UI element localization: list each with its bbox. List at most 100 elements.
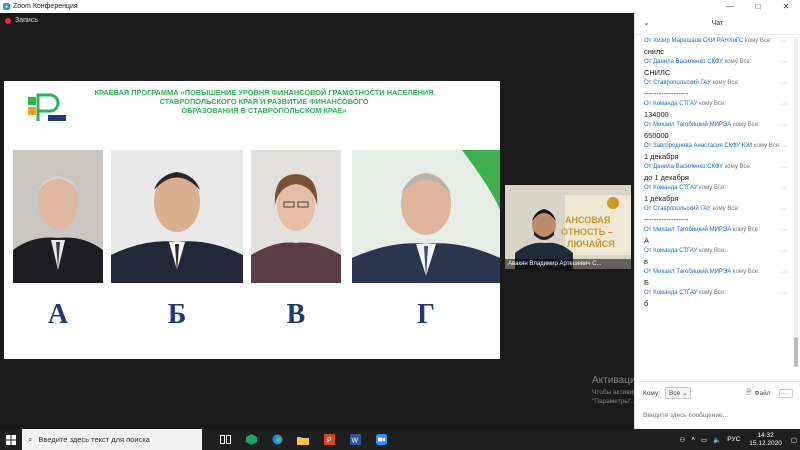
chat-message-recipient: кому Все:: [712, 80, 740, 86]
task-view-icon[interactable]: [212, 429, 238, 450]
search-icon: ⌕: [28, 434, 33, 444]
cube-app-icon[interactable]: [238, 429, 264, 450]
slide-title-line: КРАЕВАЯ ПРОГРАММА «ПОВЫШЕНИЕ УРОВНЯ ФИНА…: [94, 88, 434, 97]
zoom-app-icon[interactable]: [368, 429, 394, 450]
chat-message-text: ------------------: [644, 89, 689, 98]
answer-letter-b: Б: [167, 299, 187, 330]
people-icon[interactable]: ⚇: [679, 436, 685, 444]
chat-message-text: 650000: [644, 131, 669, 140]
start-button[interactable]: [0, 429, 22, 450]
more-options-icon[interactable]: ⋯: [781, 80, 787, 87]
chat-message-meta: От Михаил Тагобицкий МИРЭА кому Все: ⋯: [644, 269, 793, 276]
portrait-photo-d: [352, 150, 500, 283]
network-icon[interactable]: ▭: [701, 436, 707, 444]
file-button[interactable]: 🗎 Файл: [746, 388, 770, 399]
volume-icon[interactable]: 🔈: [713, 436, 721, 444]
chat-message-sender: От Данила Василенко СКФУ: [644, 164, 723, 170]
svg-text:W: W: [351, 438, 358, 445]
word-icon[interactable]: W: [342, 429, 368, 450]
chat-scrollbar[interactable]: [794, 37, 798, 367]
portrait-photo-b: [111, 150, 243, 283]
recipient-label: Кому:: [643, 389, 660, 397]
more-options-icon[interactable]: ⋯: [781, 101, 787, 108]
more-options-icon[interactable]: ⋯: [781, 143, 787, 150]
chat-message-text: б: [644, 299, 649, 308]
chat-message-recipient: кому Все:: [732, 227, 760, 233]
close-button[interactable]: ✕: [772, 0, 800, 13]
participant-video[interactable]: АНСОВАЯ ОТНОСТЬ – ЛЮЧАЙСЯ Авакян Владими…: [505, 185, 631, 269]
chat-message-input[interactable]: [643, 412, 793, 419]
chat-message-sender: От Михаил Тагобицкий МИРЭА: [644, 269, 732, 275]
answer-letter-a: А: [47, 299, 69, 330]
more-options-icon[interactable]: ⋯: [781, 290, 787, 297]
clock-time: 14:32: [757, 431, 774, 439]
chat-message: От Команда СТГАУ кому Все: ⋯ б: [644, 290, 793, 308]
chat-scrollbar-thumb[interactable]: [794, 337, 798, 367]
more-options-icon[interactable]: ⋯: [781, 59, 787, 66]
chat-message: От Данила Василенко СКФУ кому Все: ⋯ до 1 …: [644, 164, 793, 182]
chat-message-recipient: кому Все:: [732, 269, 760, 275]
taskbar-clock[interactable]: 14:32 15.12.2020: [749, 432, 782, 448]
chat-message-recipient: кому Все:: [745, 38, 772, 44]
clock-date: 15.12.2020: [749, 439, 782, 447]
chat-message: От Хизир Марешаов СКИ РАНХиГС кому Все: ⋯…: [644, 38, 793, 56]
program-logo-icon: [28, 93, 66, 121]
more-options-icon[interactable]: ⋯: [781, 38, 787, 45]
edge-browser-icon[interactable]: [264, 429, 290, 450]
more-options-icon[interactable]: ⋯: [781, 122, 787, 129]
chat-message-meta: От Данила Василенко СКФУ кому Все: ⋯: [644, 59, 793, 66]
more-options-icon[interactable]: ⋯: [781, 248, 787, 255]
chat-footer: Кому: Все ⌄ 🗎 Файл ···: [635, 381, 800, 429]
file-icon: 🗎: [746, 388, 752, 396]
chat-message-recipient: кому Все:: [724, 164, 752, 170]
chat-message-recipient: кому Все:: [712, 206, 740, 212]
windows-logo-icon: [6, 434, 16, 445]
more-options-button[interactable]: ···: [778, 388, 793, 398]
chat-message-sender: От Михаил Тагобицкий МИРЭА: [644, 227, 732, 233]
chat-message-list[interactable]: От Хизир Марешаов СКИ РАНХиГС кому Все: ⋯…: [635, 35, 793, 381]
chat-message-sender: От Михаил Тагобицкий МИРЭА: [644, 122, 732, 128]
recipient-value: Все: [669, 390, 681, 397]
portrait-photo-a: [13, 150, 103, 283]
more-options-icon[interactable]: ⋯: [781, 164, 787, 171]
chat-message-text: ------------------: [644, 215, 689, 224]
chat-message-meta: От Команда СТГАУ кому Все: ⋯: [644, 185, 793, 192]
more-options-icon[interactable]: ⋯: [781, 269, 787, 276]
chevron-down-icon[interactable]: ⌄: [643, 18, 650, 27]
meeting-area: Запись КРАЕВАЯ ПРОГРАММА «ПОВЫШЕНИЕ УРОВ…: [0, 13, 746, 429]
chat-message: От Михаил Тагобицкий МИРЭА кому Все: ⋯ 650…: [644, 122, 793, 140]
more-options-icon[interactable]: ⋯: [781, 185, 787, 192]
chat-message: От Команда СТГАУ кому Все: ⋯ 1 декабря: [644, 185, 793, 203]
chat-message-sender: От Ставропольский ГАУ: [644, 80, 711, 86]
notifications-icon[interactable]: ▢: [791, 436, 797, 444]
keyboard-language[interactable]: РУС: [727, 436, 740, 443]
recipient-select[interactable]: Все ⌄: [665, 387, 692, 399]
window-title: Zoom Конференция: [13, 3, 78, 10]
minimize-button[interactable]: —: [716, 0, 744, 13]
participant-video-image: АНСОВАЯ ОТНОСТЬ – ЛЮЧАЙСЯ: [505, 185, 631, 269]
chat-message-text: СНИЛС: [644, 68, 671, 77]
chevron-up-icon[interactable]: ˄: [691, 436, 695, 443]
powerpoint-icon[interactable]: P: [316, 429, 342, 450]
more-options-icon[interactable]: ⋯: [781, 227, 787, 234]
chat-title: Чат: [711, 20, 724, 27]
title-bar: ● Zoom Конференция — □ ✕: [0, 0, 800, 13]
file-explorer-icon[interactable]: [290, 429, 316, 450]
file-label: Файл: [754, 389, 771, 397]
chat-message-text: 1 декабря: [644, 152, 679, 161]
more-options-icon[interactable]: ⋯: [781, 206, 787, 213]
chat-message-text: до 1 декабря: [644, 173, 689, 182]
recording-indicator[interactable]: Запись: [5, 17, 38, 24]
restore-button[interactable]: □: [744, 0, 772, 13]
chat-message-text: 1 декабря: [644, 194, 679, 203]
chat-panel: ⌄ Чат От Хизир Марешаов СКИ РАНХиГС кому…: [634, 13, 800, 429]
chat-message-meta: От Завгороднева Анастасия СКФУ ЮИ кому В…: [644, 143, 793, 150]
system-tray: ⚇ ˄ ▭ 🔈 РУС 14:32 15.12.2020 ▢: [676, 429, 800, 450]
record-dot-icon: [5, 17, 11, 24]
taskbar-search[interactable]: ⌕ Введите здесь текст для поиска: [22, 429, 202, 450]
chat-message: От Данила Василенко СКФУ кому Все: ⋯ СНИЛС: [644, 59, 793, 77]
chat-message-recipient: кому Все:: [699, 185, 726, 191]
chat-header: ⌄ Чат: [635, 13, 800, 35]
chat-message-sender: От Завгороднева Анастасия СКФУ ЮИ: [644, 143, 753, 149]
svg-text:АНСОВАЯ: АНСОВАЯ: [565, 215, 610, 225]
